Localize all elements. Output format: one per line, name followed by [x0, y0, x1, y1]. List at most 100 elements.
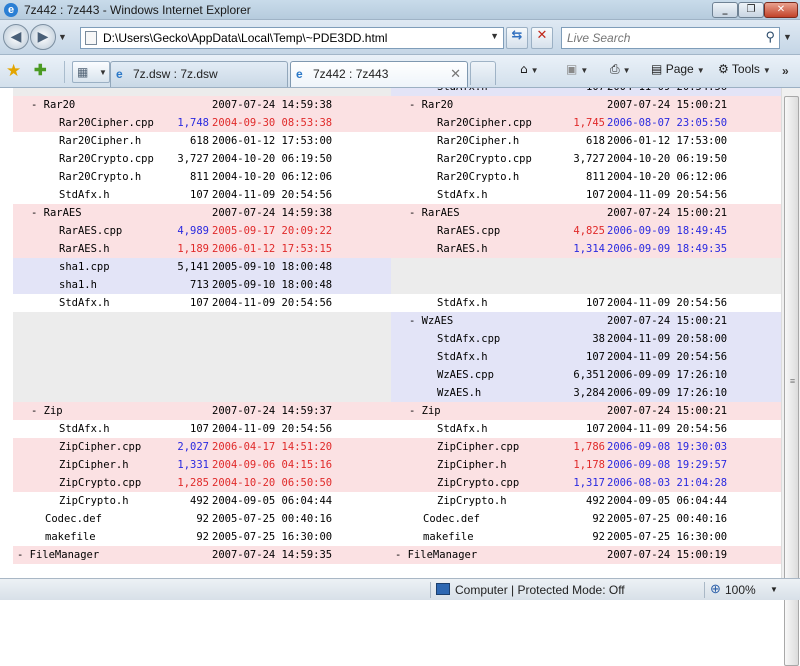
vertical-scrollbar[interactable]: ≡ — [781, 88, 800, 666]
address-bar[interactable]: D:\Users\Gecko\AppData\Local\Temp\~PDE3D… — [80, 27, 504, 49]
feeds-button[interactable]: ▣ ▼ — [566, 62, 588, 82]
time-value: 00:40:16 — [281, 513, 333, 525]
table-row: Rar20Crypto.cpp 3,727 2004-10-20 06:19:50 R… — [13, 150, 781, 168]
maximize-button[interactable]: ❐ — [738, 2, 764, 18]
home-button[interactable]: ⌂ ▼ — [520, 62, 539, 82]
file-date: 2004-11-09 20:54:56 — [607, 294, 727, 312]
date-value: 2005-07-25 — [212, 531, 276, 543]
left-cell: Codec.def 92 2005-07-25 00:40:16 — [13, 510, 391, 528]
minimize-button[interactable]: _ — [712, 2, 738, 18]
stop-button[interactable]: ✕ — [531, 27, 553, 49]
right-cell: Codec.def 92 2005-07-25 00:40:16 — [391, 510, 781, 528]
file-size: 1,314 — [573, 243, 605, 255]
ie-page-icon: e — [116, 67, 123, 81]
quick-tabs-button[interactable]: ▦ ▼ — [72, 61, 110, 83]
file-size: 107 — [541, 88, 605, 96]
file-size: 6,351 — [573, 369, 605, 381]
file-name: WzAES.h — [437, 387, 482, 399]
close-window-button[interactable]: ✕ — [764, 2, 798, 18]
table-row: Rar20Cipher.h 618 2006-01-12 17:53:00 Rar20… — [13, 132, 781, 150]
search-icon[interactable]: ⚲ — [765, 29, 775, 45]
time-value: 20:54:56 — [281, 297, 333, 309]
file-date: 2007-07-24 15:00:21 — [607, 204, 727, 222]
file-size: 492 — [586, 495, 605, 507]
file-date: 2005-07-25 00:40:16 — [212, 510, 332, 528]
time-value: 20:54:56 — [676, 297, 728, 309]
time-value: 06:12:06 — [676, 171, 728, 183]
search-input[interactable] — [562, 28, 752, 48]
add-favorites-icon[interactable]: ✚ — [34, 61, 47, 79]
file-date: 2007-07-24 15:00:21 — [607, 312, 727, 330]
search-box[interactable]: ⚲ — [561, 27, 780, 49]
file-name: ZipCrypto.cpp — [59, 477, 142, 489]
refresh-button[interactable]: ⇆ — [506, 27, 528, 49]
back-button[interactable]: ◀ — [3, 24, 29, 50]
time-value: 20:54:56 — [677, 88, 728, 93]
date-value: 2004-11-09 — [607, 88, 670, 93]
favorites-star-icon[interactable]: ★ — [6, 61, 21, 81]
file-date: 2004-11-09 20:54:56 — [607, 348, 727, 366]
date-value: 2004-10-20 — [212, 153, 276, 165]
date-value: 2005-07-25 — [607, 531, 671, 543]
table-row: - Rar20 2007-07-24 14:59:38 - Rar20 2007-07… — [13, 96, 781, 114]
date-value: 2006-01-12 — [607, 135, 671, 147]
time-value: 04:15:16 — [281, 459, 333, 471]
file-date: 2004-10-20 06:12:06 — [212, 168, 332, 186]
left-cell: - Rar20 2007-07-24 14:59:38 — [13, 96, 391, 114]
tab-7z-dsw[interactable]: e 7z.dsw : 7z.dsw — [110, 61, 288, 87]
zoom-level[interactable]: 100% — [725, 583, 756, 597]
file-size: 2,027 — [177, 441, 209, 453]
file-size: 811 — [190, 171, 209, 183]
file-date: 2004-10-20 06:19:50 — [212, 150, 332, 168]
file-name: Codec.def — [423, 513, 480, 525]
file-size: 492 — [190, 495, 209, 507]
tab-list-dropdown-icon[interactable]: ▼ — [99, 68, 107, 77]
zoom-dropdown-icon[interactable]: ▼ — [770, 585, 778, 594]
navigation-bar: ◀ ▶ ▼ D:\Users\Gecko\AppData\Local\Temp\… — [0, 20, 800, 55]
tools-menu[interactable]: ⚙ Tools ▼ — [718, 62, 771, 82]
window-title: 7z442 : 7z443 - Windows Internet Explore… — [24, 3, 251, 17]
file-name: ZipCrypto.h — [437, 495, 507, 507]
close-tab-icon[interactable]: ✕ — [450, 66, 461, 82]
file-name: - RarAES — [31, 207, 82, 219]
page-menu[interactable]: ▤ Page ▼ — [651, 62, 705, 82]
file-size: 1,189 — [177, 243, 209, 255]
left-cell: RarAES.cpp 4,989 2005-09-17 20:09:22 — [13, 222, 391, 240]
new-tab-button[interactable] — [470, 61, 496, 85]
zoom-icon[interactable]: ⊕ — [710, 581, 721, 597]
address-url[interactable]: D:\Users\Gecko\AppData\Local\Temp\~PDE3D… — [103, 31, 387, 45]
recent-pages-dropdown[interactable]: ▼ — [58, 32, 67, 42]
file-name: RarAES.cpp — [437, 225, 501, 237]
file-size: 5,141 — [177, 261, 209, 273]
right-cell: Rar20Cipher.cpp 1,745 2006-08-07 23:05:50 — [391, 114, 781, 132]
table-row: sha1.h 713 2005-09-10 18:00:48 — [13, 276, 781, 294]
table-row: StdAfx.h 107 2004-11-09 20:54:56 StdAfx.h 10… — [13, 294, 781, 312]
time-value: 17:26:10 — [676, 387, 728, 399]
file-date: 2004-10-20 06:19:50 — [607, 150, 727, 168]
date-value: 2007-07-24 — [607, 549, 671, 561]
forward-button[interactable]: ▶ — [30, 24, 56, 50]
tab-7z442-7z443[interactable]: e 7z442 : 7z443 ✕ — [290, 61, 468, 87]
print-button[interactable]: ⎙ ▼ — [610, 62, 631, 82]
file-date: 2006-09-09 17:26:10 — [607, 384, 727, 402]
time-value: 15:00:21 — [676, 99, 728, 111]
file-size: 92 — [196, 513, 209, 525]
file-size: 618 — [586, 135, 605, 147]
file-date: 2006-09-09 17:26:10 — [607, 366, 727, 384]
file-date: 2007-07-24 14:59:37 — [212, 402, 332, 420]
time-value: 08:53:38 — [281, 117, 333, 129]
time-value: 17:53:15 — [281, 243, 333, 255]
date-value: 2007-07-24 — [607, 207, 671, 219]
file-name: - Zip — [31, 405, 63, 417]
address-dropdown-icon[interactable]: ▼ — [490, 31, 499, 41]
file-date: 2004-11-09 20:54:56 — [607, 88, 727, 96]
file-name: Rar20Crypto.cpp — [59, 153, 154, 165]
file-date: 2006-09-08 19:29:57 — [607, 456, 727, 474]
file-date: 2007-07-24 14:59:35 — [212, 546, 332, 564]
security-zone-text[interactable]: Computer | Protected Mode: Off — [455, 583, 625, 597]
more-commands-chevron-icon[interactable]: » — [782, 64, 789, 78]
date-value: 2004-11-09 — [607, 333, 671, 345]
time-value: 15:00:19 — [676, 549, 728, 561]
file-name: Codec.def — [45, 513, 102, 525]
search-options-dropdown[interactable]: ▼ — [783, 32, 792, 42]
